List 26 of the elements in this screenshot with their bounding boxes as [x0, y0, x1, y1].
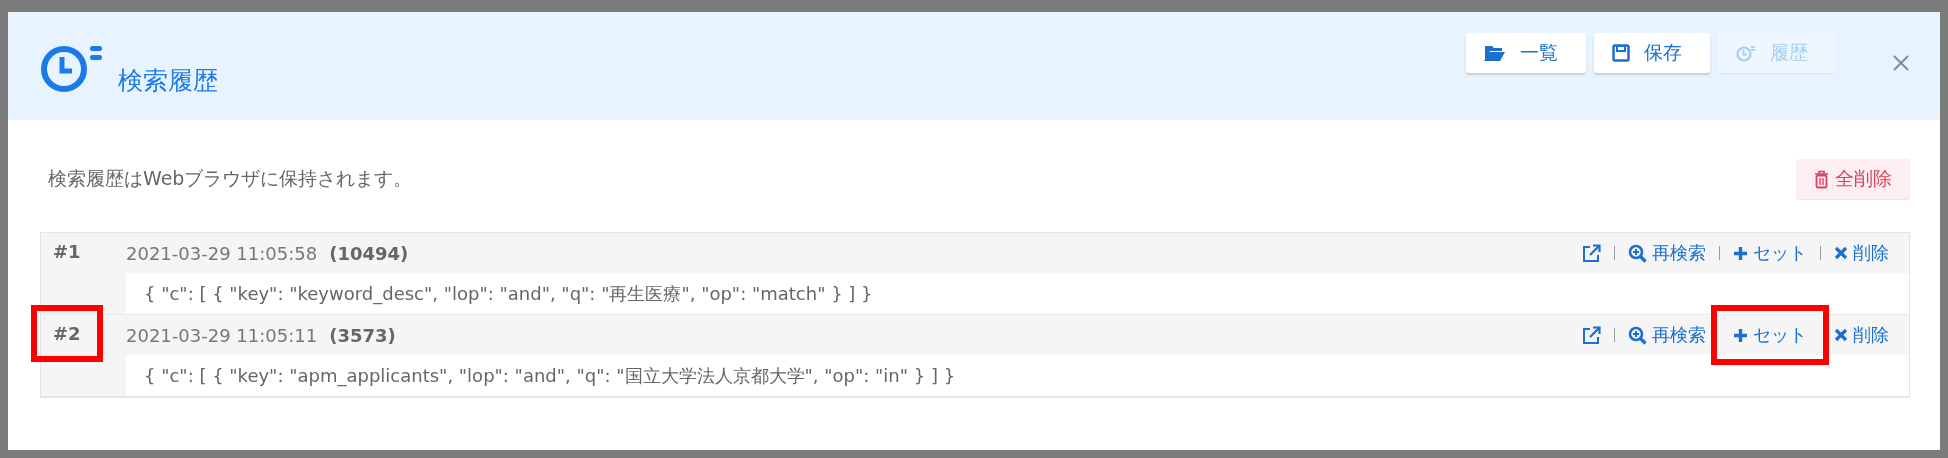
plus-icon: [1733, 245, 1748, 261]
external-link-icon: [1582, 325, 1601, 345]
query-text: { "c": [ { "key": "keyword_desc", "lop": "and", "q": "再生医療", "op": "match" } ] }: [126, 273, 1909, 314]
close-icon: [1892, 54, 1910, 72]
plus-icon: [1733, 327, 1748, 343]
timestamp: 2021-03-29 11:05:11: [126, 324, 318, 346]
dialog-title: 検索履歴: [118, 65, 218, 97]
folder-icon: [1484, 44, 1506, 62]
entry-number: #1: [52, 240, 82, 264]
x-icon: [1834, 328, 1848, 342]
query-text: { "c": [ { "key": "apm_applicants", "lop": "and", "q": "国立大学法人京都大学", "op": "in" } ] }: [126, 355, 1909, 396]
set-link[interactable]: セット: [1711, 305, 1829, 365]
header-button[interactable]: 一覧: [1466, 33, 1586, 73]
notice-text: 検索履歴はWebブラウザに保持されます。: [47, 166, 413, 191]
trash-icon: [1814, 169, 1829, 189]
zoom-in-icon: [1628, 325, 1647, 345]
clear-all-button[interactable]: 全削除: [1796, 159, 1910, 199]
entry-number: #2: [31, 305, 103, 362]
x-icon: [1834, 246, 1848, 260]
timestamp: 2021-03-29 11:05:58: [126, 242, 318, 264]
external-link-icon: [1582, 243, 1601, 263]
result-count: (3573): [329, 324, 396, 346]
header-button[interactable]: 保存: [1594, 33, 1710, 73]
result-count: (10494): [329, 242, 409, 264]
zoom-in-icon: [1628, 243, 1647, 263]
clock-icon: [1736, 44, 1756, 62]
